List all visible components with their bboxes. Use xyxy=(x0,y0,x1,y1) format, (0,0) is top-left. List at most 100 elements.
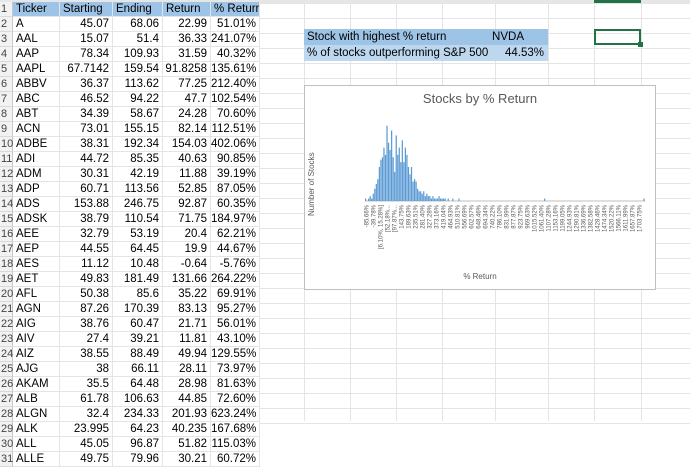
table-cell[interactable]: ALGN xyxy=(13,407,60,422)
fill-handle[interactable] xyxy=(638,42,643,47)
table-cell[interactable]: 49.94 xyxy=(163,347,211,362)
table-cell[interactable]: AFL xyxy=(13,287,60,302)
table-cell[interactable]: 234.33 xyxy=(113,407,163,422)
table-cell[interactable]: 49.83 xyxy=(60,272,113,287)
table-cell[interactable]: 38.76 xyxy=(60,317,113,332)
table-cell[interactable]: 34.39 xyxy=(60,107,113,122)
table-cell[interactable]: ALLE xyxy=(13,452,60,467)
table-cell[interactable]: 60.35% xyxy=(211,197,260,212)
table-cell[interactable]: 15.07 xyxy=(60,32,113,47)
table-cell[interactable]: 39.21 xyxy=(113,332,163,347)
table-cell[interactable]: 95.27% xyxy=(211,302,260,317)
table-cell[interactable]: 85.35 xyxy=(113,152,163,167)
table-cell[interactable]: -0.64 xyxy=(163,257,211,272)
table-cell[interactable]: 264.22% xyxy=(211,272,260,287)
table-cell[interactable]: A xyxy=(13,17,60,32)
table-cell[interactable]: 82.14 xyxy=(163,122,211,137)
table-cell[interactable]: 155.15 xyxy=(113,122,163,137)
table-cell[interactable]: 77.25 xyxy=(163,77,211,92)
row-number[interactable]: 22 xyxy=(0,317,13,332)
table-cell[interactable]: 39.19% xyxy=(211,167,260,182)
table-cell[interactable]: ADSK xyxy=(13,212,60,227)
table-cell[interactable]: 94.22 xyxy=(113,92,163,107)
row-number[interactable]: 28 xyxy=(0,407,13,422)
table-cell[interactable]: 201.93 xyxy=(163,407,211,422)
table-cell[interactable]: 167.68% xyxy=(211,422,260,437)
row-number[interactable]: 13 xyxy=(0,182,13,197)
table-cell[interactable]: ADI xyxy=(13,152,60,167)
table-cell[interactable]: 38 xyxy=(60,362,113,377)
row-number[interactable]: 8 xyxy=(0,107,13,122)
table-cell[interactable]: 113.56 xyxy=(113,182,163,197)
row-number[interactable]: 26 xyxy=(0,377,13,392)
table-cell[interactable]: ADS xyxy=(13,197,60,212)
table-cell[interactable]: 68.06 xyxy=(113,17,163,32)
table-cell[interactable]: ALB xyxy=(13,392,60,407)
table-cell[interactable]: 36.33 xyxy=(163,32,211,47)
row-number[interactable]: 14 xyxy=(0,197,13,212)
table-cell[interactable]: 96.87 xyxy=(113,437,163,452)
table-cell[interactable]: AEE xyxy=(13,227,60,242)
table-cell[interactable]: 11.81 xyxy=(163,332,211,347)
table-cell[interactable]: 66.11 xyxy=(113,362,163,377)
table-cell[interactable]: 106.63 xyxy=(113,392,163,407)
table-cell[interactable]: 32.79 xyxy=(60,227,113,242)
row-number[interactable]: 19 xyxy=(0,272,13,287)
table-cell[interactable]: 67.7142 xyxy=(60,62,113,77)
table-cell[interactable]: 51.4 xyxy=(113,32,163,47)
row-number[interactable]: 21 xyxy=(0,302,13,317)
row-number[interactable]: 27 xyxy=(0,392,13,407)
table-cell[interactable]: ALL xyxy=(13,437,60,452)
table-cell[interactable]: 212.40% xyxy=(211,77,260,92)
table-cell[interactable]: 10.48 xyxy=(113,257,163,272)
table-cell[interactable]: 47.7 xyxy=(163,92,211,107)
table-cell[interactable]: 129.55% xyxy=(211,347,260,362)
table-cell[interactable]: AES xyxy=(13,257,60,272)
table-cell[interactable]: 30.31 xyxy=(60,167,113,182)
table-cell[interactable]: 60.47 xyxy=(113,317,163,332)
row-number[interactable]: 20 xyxy=(0,287,13,302)
table-cell[interactable]: -5.76% xyxy=(211,257,260,272)
row-number[interactable]: 18 xyxy=(0,257,13,272)
table-cell[interactable]: 87.26 xyxy=(60,302,113,317)
table-cell[interactable]: 43.10% xyxy=(211,332,260,347)
table-cell[interactable]: 83.13 xyxy=(163,302,211,317)
table-cell[interactable]: 60.71 xyxy=(60,182,113,197)
table-cell[interactable]: 73.01 xyxy=(60,122,113,137)
table-cell[interactable]: 45.05 xyxy=(60,437,113,452)
row-number[interactable]: 23 xyxy=(0,332,13,347)
row-number[interactable]: 2 xyxy=(0,17,13,32)
table-cell[interactable]: 64.45 xyxy=(113,242,163,257)
table-cell[interactable]: 35.5 xyxy=(60,377,113,392)
row-number[interactable]: 6 xyxy=(0,77,13,92)
table-cell[interactable]: 113.62 xyxy=(113,77,163,92)
table-cell[interactable]: 115.03% xyxy=(211,437,260,452)
table-cell[interactable]: 91.8258 xyxy=(163,62,211,77)
row-number[interactable]: 3 xyxy=(0,32,13,47)
row-number[interactable]: 15 xyxy=(0,212,13,227)
table-cell[interactable]: 88.49 xyxy=(113,347,163,362)
table-cell[interactable]: 159.54 xyxy=(113,62,163,77)
active-cell[interactable] xyxy=(594,29,641,45)
row-number[interactable]: 4 xyxy=(0,47,13,62)
table-cell[interactable]: 38.31 xyxy=(60,137,113,152)
table-cell[interactable]: ADBE xyxy=(13,137,60,152)
table-cell[interactable]: 32.4 xyxy=(60,407,113,422)
outperform-row[interactable]: % of stocks outperforming S&P 500 44.53% xyxy=(304,45,548,61)
table-cell[interactable]: 73.97% xyxy=(211,362,260,377)
table-cell[interactable]: 61.78 xyxy=(60,392,113,407)
table-cell[interactable]: 49.75 xyxy=(60,452,113,467)
row-number[interactable]: 17 xyxy=(0,242,13,257)
table-cell[interactable]: 70.60% xyxy=(211,107,260,122)
table-cell[interactable]: 92.87 xyxy=(163,197,211,212)
column-header-ticker[interactable]: Ticker xyxy=(13,2,60,17)
table-cell[interactable]: 36.37 xyxy=(60,77,113,92)
table-cell[interactable]: 28.98 xyxy=(163,377,211,392)
table-cell[interactable]: 35.22 xyxy=(163,287,211,302)
table-cell[interactable]: AAPL xyxy=(13,62,60,77)
table-cell[interactable]: 53.19 xyxy=(113,227,163,242)
table-cell[interactable]: 81.63% xyxy=(211,377,260,392)
row-number[interactable]: 1 xyxy=(0,2,13,17)
table-cell[interactable]: AGN xyxy=(13,302,60,317)
table-cell[interactable]: ABC xyxy=(13,92,60,107)
